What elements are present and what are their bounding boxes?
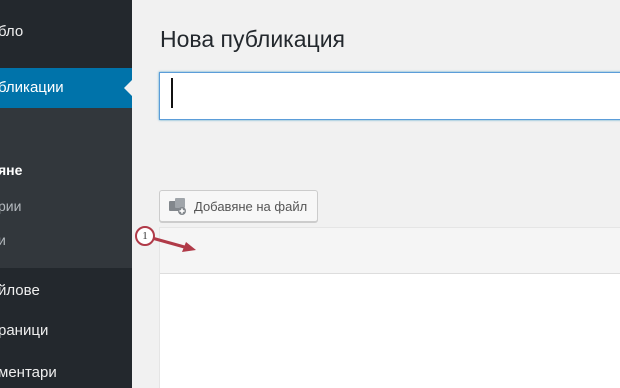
- sidebar-item-label: бликации: [0, 79, 64, 96]
- sidebar-item-dashboard[interactable]: бло: [0, 18, 132, 48]
- submenu-item-add-new[interactable]: яне: [0, 162, 22, 178]
- sidebar-item-label: ментари: [0, 364, 57, 381]
- content-editor[interactable]: [159, 227, 620, 388]
- sidebar-item-comments[interactable]: ментари: [0, 360, 132, 388]
- posts-submenu: яне рии и: [0, 108, 132, 268]
- submenu-item-tags[interactable]: и: [0, 232, 6, 248]
- text-cursor: [171, 78, 173, 108]
- sidebar-item-pages[interactable]: раници: [0, 318, 132, 346]
- sidebar-item-posts[interactable]: бликации: [0, 68, 132, 108]
- add-media-icon: [169, 198, 186, 215]
- post-title-input[interactable]: [159, 72, 620, 120]
- active-caret-icon: [124, 80, 132, 96]
- submenu-item-categories[interactable]: рии: [0, 198, 21, 214]
- page-title: Нова публикация: [160, 26, 345, 52]
- sidebar-item-media[interactable]: йлове: [0, 278, 132, 306]
- sidebar-item-label: йлове: [0, 282, 40, 299]
- add-media-label: Добавяне на файл: [194, 198, 308, 214]
- sidebar-item-label: раници: [0, 322, 49, 339]
- editor-toolbar: [160, 228, 620, 274]
- editor-screen: бло бликации яне рии и йлове раници мент…: [0, 0, 620, 388]
- add-media-button[interactable]: Добавяне на файл: [159, 190, 319, 222]
- sidebar-item-label: бло: [0, 23, 24, 40]
- annotation-callout: 1: [130, 222, 200, 258]
- admin-sidebar: бло бликации яне рии и йлове раници мент…: [0, 0, 132, 388]
- annotation-number: 1: [135, 226, 155, 246]
